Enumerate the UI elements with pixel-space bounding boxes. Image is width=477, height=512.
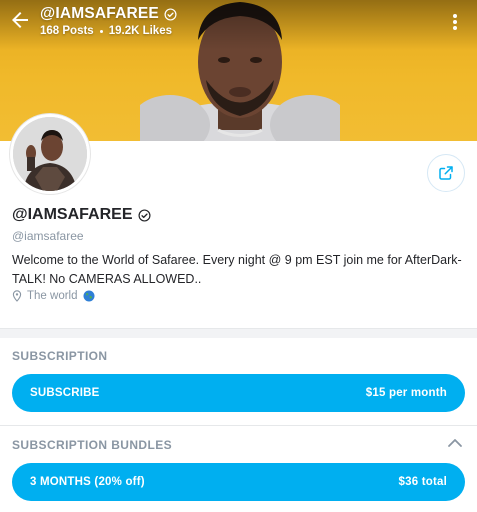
likes-count: 19.2K Likes (108, 25, 172, 37)
posts-count: 168 Posts (40, 25, 94, 37)
section-divider (0, 425, 477, 426)
more-vertical-icon[interactable] (445, 10, 465, 34)
subscribe-button[interactable]: SUBSCRIBE $15 per month (12, 374, 465, 412)
verified-badge-icon (164, 7, 177, 21)
profile-username: @iamsafaree (12, 229, 84, 243)
display-name-text: @IAMSAFAREE (12, 206, 133, 223)
subscribe-price: $15 per month (365, 387, 447, 399)
avatar-photo (13, 117, 87, 191)
globe-icon (83, 290, 94, 302)
bundle-label: 3 MONTHS (20% off) (30, 476, 145, 488)
back-arrow-icon[interactable] (8, 8, 32, 32)
chevron-up-icon[interactable] (447, 437, 463, 449)
share-button[interactable] (427, 154, 465, 192)
header-stats: 168 Posts 19.2K Likes (40, 25, 172, 37)
header-title-text: @IAMSAFAREE (40, 5, 159, 22)
bundles-section-title: SUBSCRIPTION BUNDLES (12, 438, 173, 452)
bundle-button[interactable]: 3 MONTHS (20% off) $36 total (12, 463, 465, 501)
separator-dot (99, 29, 103, 33)
header-title: @IAMSAFAREE (40, 5, 177, 23)
location-text: The world (27, 290, 78, 302)
verified-badge-icon (137, 208, 151, 222)
profile-display-name: @IAMSAFAREE (12, 206, 151, 224)
bundle-price: $36 total (398, 476, 447, 488)
subscribe-label: SUBSCRIBE (30, 387, 100, 399)
profile-bio: Welcome to the World of Safaree. Every n… (12, 253, 462, 286)
avatar[interactable] (10, 114, 90, 194)
profile-location: The world (12, 290, 95, 302)
share-icon (439, 166, 453, 180)
top-bar: @IAMSAFAREE 168 Posts 19.2K Likes (0, 0, 477, 44)
location-pin-icon (12, 290, 22, 302)
subscription-section-title: SUBSCRIPTION (12, 349, 108, 363)
section-divider (0, 328, 477, 338)
